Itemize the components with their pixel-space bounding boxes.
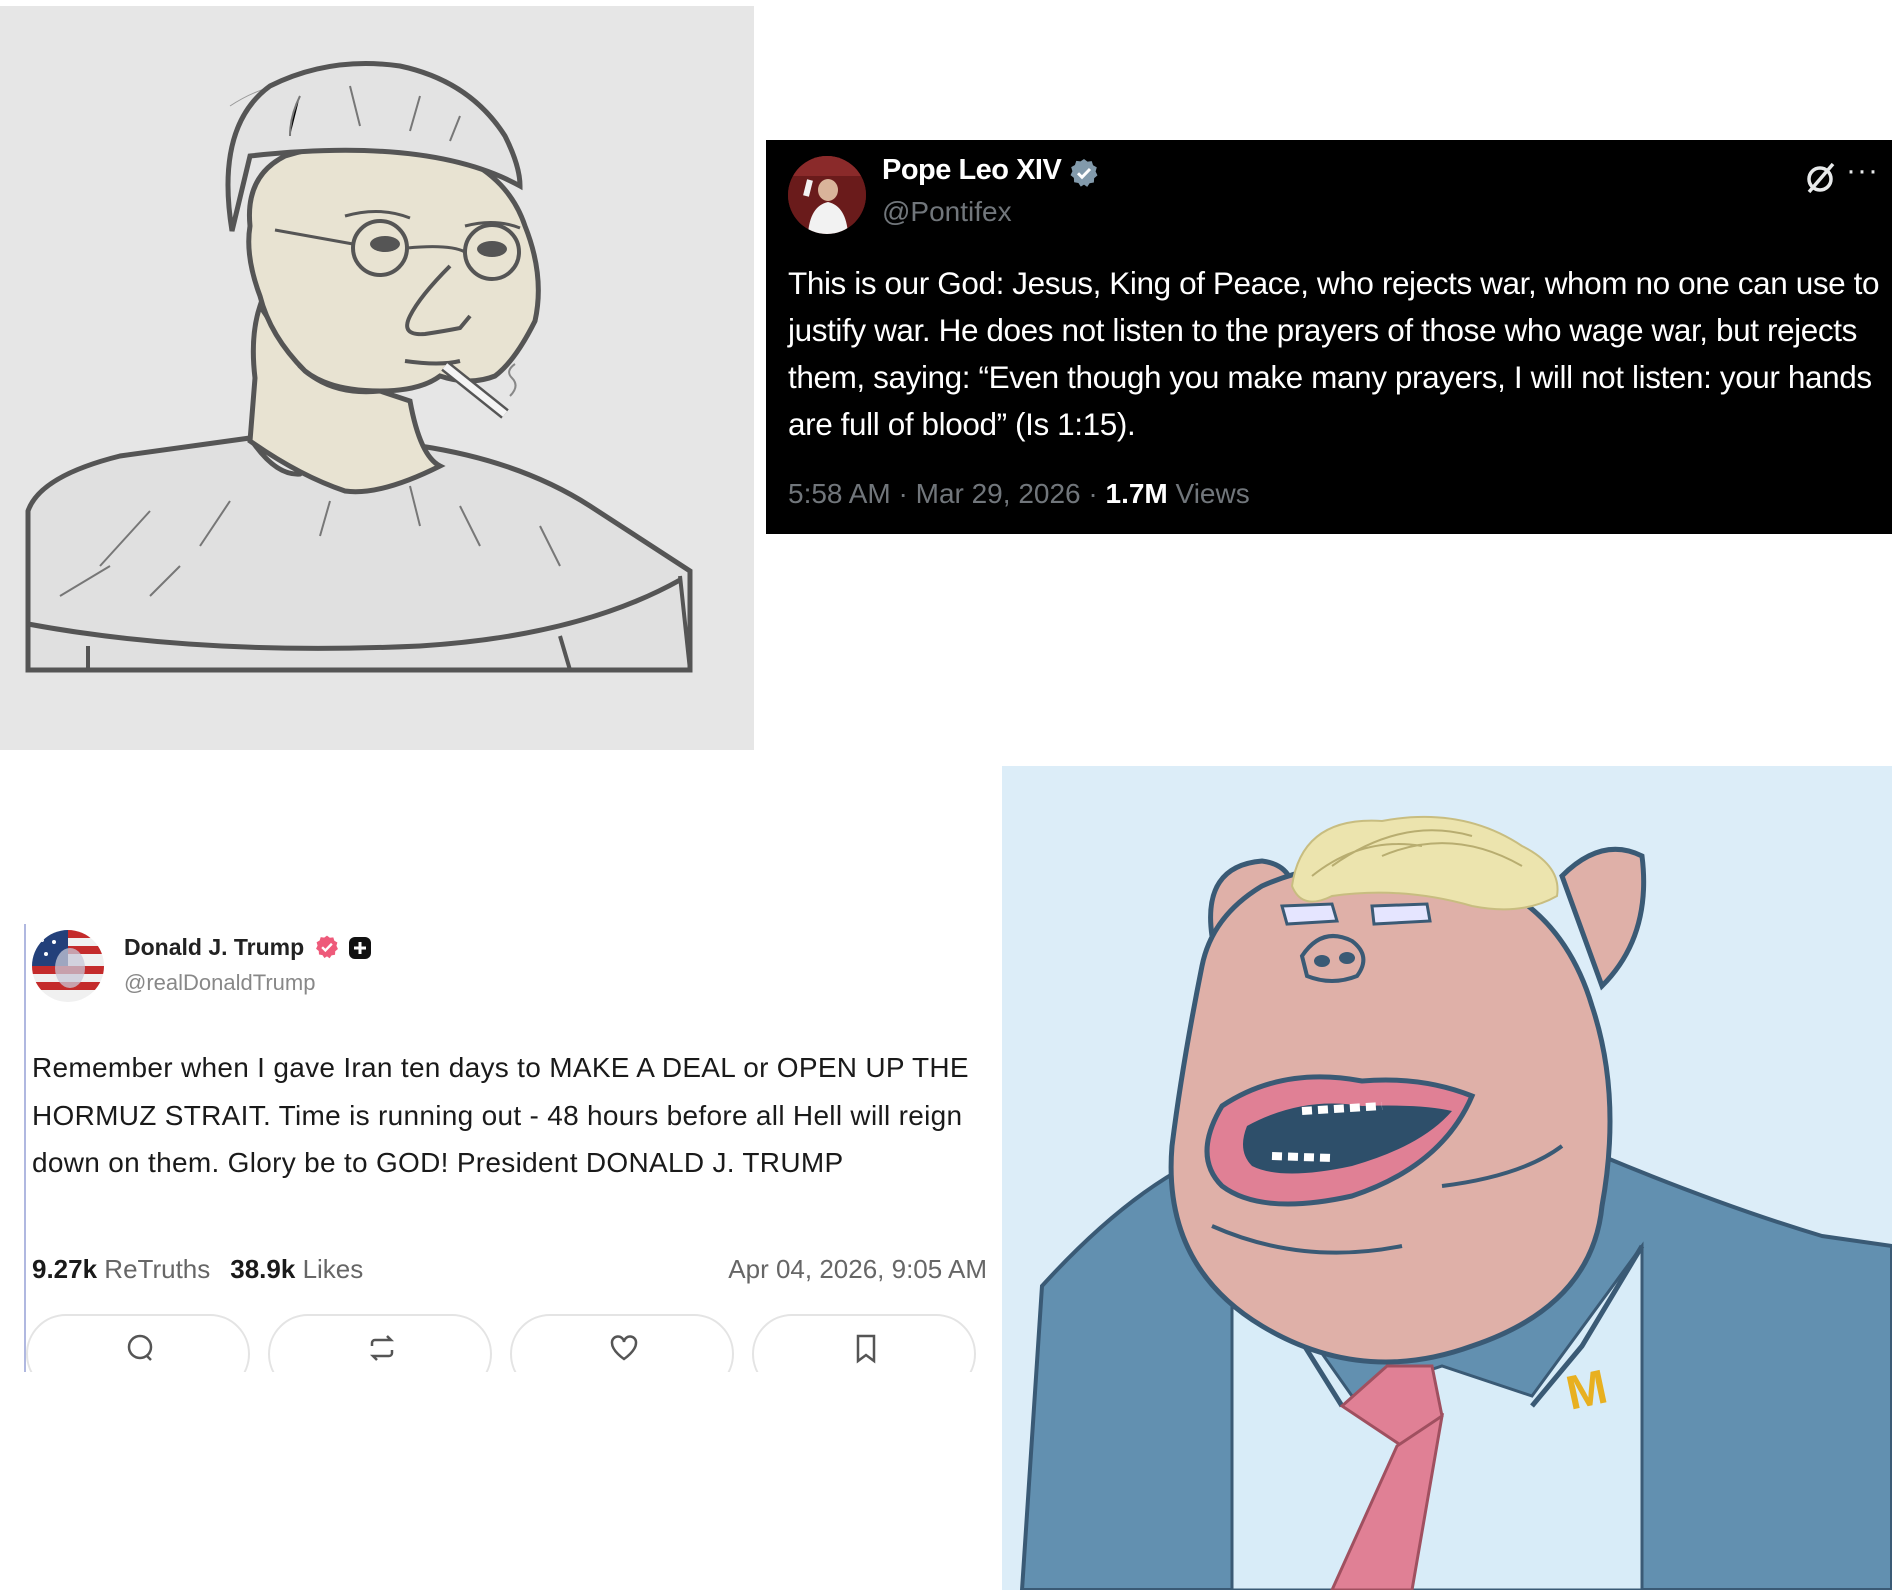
trump-action-bar [26,1314,986,1372]
retruth-icon [369,1335,395,1361]
trump-badges [314,934,372,965]
trump-display-name[interactable]: Donald J. Trump [124,934,304,961]
pope-display-name[interactable]: Pope Leo XIV [882,154,1062,187]
pig-illustration: M [1019,815,1892,1590]
like-icon [610,1335,638,1361]
retruths-label[interactable]: ReTruths [97,1254,210,1284]
wojak-illustration [25,61,693,673]
pope-tweet-card: Pope Leo XIV @Pontifex ··· This is our G… [766,140,1892,534]
pope-handle[interactable]: @Pontifex [882,196,1012,228]
bookmark-icon [856,1334,876,1364]
pope-timestamp[interactable]: 5:58 AM · Mar 29, 2026 · [788,478,1106,509]
pope-tweet-meta: 5:58 AM · Mar 29, 2026 · 1.7M Views [788,478,1250,510]
reply-icon [127,1334,153,1361]
trump-handle[interactable]: @realDonaldTrump [124,970,315,996]
reply-button[interactable] [26,1314,250,1372]
pope-tweet-text: This is our God: Jesus, King of Peace, w… [788,265,1880,442]
retruth-button[interactable] [268,1314,492,1372]
trump-post-stats: 9.27k ReTruths 38.9k Likes [32,1254,363,1285]
pope-avatar[interactable] [788,156,866,234]
pig-caricature-drawing: M [1002,766,1892,1590]
trump-avatar[interactable] [32,930,104,1002]
wojak-drawing [0,6,754,750]
likes-label[interactable]: Likes [295,1254,364,1284]
verified-badge-icon [316,935,338,959]
retruths-count[interactable]: 9.27k [32,1254,97,1284]
plus-badge-icon [349,937,372,959]
pope-views-count: 1.7M [1105,478,1168,509]
trump-post-text: Remember when I gave Iran ten days to MA… [32,1052,969,1178]
trump-post-card: Donald J. Trump @realDonaldTrump Remembe… [24,924,987,1372]
pope-views-label: Views [1167,478,1250,509]
bookmark-button[interactable] [752,1314,976,1372]
trump-post-date[interactable]: Apr 04, 2026, 9:05 AM [728,1254,987,1285]
likes-count[interactable]: 38.9k [230,1254,295,1284]
grok-icon[interactable] [1802,160,1838,196]
more-icon[interactable]: ··· [1846,154,1879,188]
like-button[interactable] [510,1314,734,1372]
verified-badge-icon [1070,159,1098,187]
